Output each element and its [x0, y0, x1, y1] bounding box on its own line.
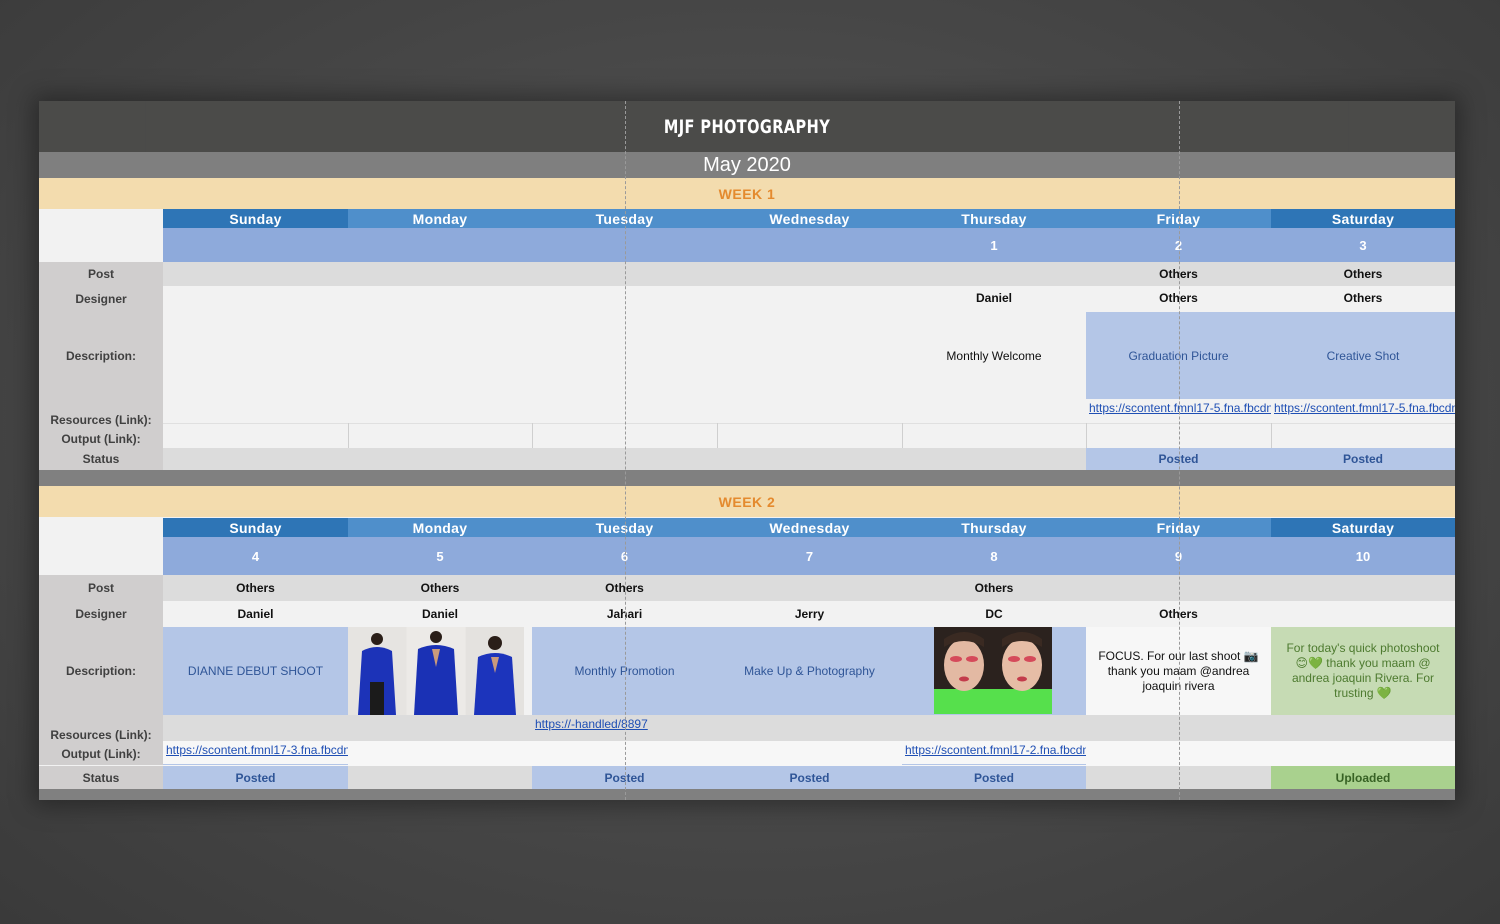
week1-output-row [163, 423, 1455, 448]
month-title[interactable]: May 2020 [39, 152, 1455, 178]
week2-post-label: Post [39, 575, 163, 601]
page-break-line [625, 101, 626, 800]
week2-date-saturday[interactable]: 10 [1271, 537, 1455, 575]
week1-status-label: Status [39, 448, 163, 470]
week2-output-sunday[interactable]: https://scontent.fmnl17-3.fna.fbcdn [163, 741, 348, 759]
week1-designer-saturday[interactable]: Others [1271, 286, 1455, 310]
week1-output-divider [717, 423, 718, 448]
week2-designer-label: Designer [39, 601, 163, 627]
week1-day-sunday[interactable]: Sunday [163, 209, 348, 228]
week2-day-thursday[interactable]: Thursday [902, 518, 1086, 537]
week2-resources-row [163, 715, 1455, 741]
week1-post-saturday[interactable]: Others [1271, 262, 1455, 286]
week2-description-label: Description: [39, 627, 163, 715]
week-separator [39, 470, 1455, 486]
week2-description-wednesday[interactable]: Make Up & Photography [717, 627, 902, 715]
week1-description-label: Description: [39, 312, 163, 400]
week1-output-divider [348, 423, 349, 448]
week2-post-sunday[interactable]: Others [163, 575, 348, 601]
week1-description-saturday[interactable]: Creative Shot [1271, 312, 1455, 399]
week1-output-divider [1086, 423, 1087, 448]
week2-day-sunday[interactable]: Sunday [163, 518, 348, 537]
week2-output-label: Output (Link): [39, 743, 163, 765]
week2-output-row [163, 741, 1455, 766]
week1-output-label: Output (Link): [39, 430, 163, 448]
week2-day-wednesday[interactable]: Wednesday [717, 518, 902, 537]
bottom-separator [39, 789, 1455, 800]
week2-description-monday-photos[interactable] [348, 627, 524, 715]
week1-band[interactable]: WEEK 1 [39, 178, 1455, 209]
blazer-photo-strip [348, 627, 524, 715]
week2-day-monday[interactable]: Monday [348, 518, 532, 537]
week2-status-sunday[interactable]: Posted [163, 766, 348, 789]
week2-status-label: Status [39, 766, 163, 789]
week1-output-divider [532, 423, 533, 448]
week2-description-saturday[interactable]: For today's quick photoshoot 😊💚 thank yo… [1271, 627, 1455, 715]
week2-output-underline [902, 764, 1086, 765]
week1-corner [39, 209, 163, 263]
week2-post-thursday[interactable]: Others [902, 575, 1086, 601]
week2-designer-sunday[interactable]: Daniel [163, 601, 348, 627]
spreadsheet-sheet: MJF PHOTOGRAPHY May 2020 WEEK 1 Sunday M… [39, 101, 1455, 800]
week2-corner [39, 517, 163, 575]
week1-day-wednesday[interactable]: Wednesday [717, 209, 902, 228]
week2-date-thursday[interactable]: 8 [902, 537, 1086, 575]
page-break-line [1179, 101, 1180, 800]
week2-date-sunday[interactable]: 4 [163, 537, 348, 575]
week1-date-saturday[interactable]: 3 [1271, 228, 1455, 262]
week1-description-thursday[interactable]: Monthly Welcome [902, 312, 1086, 399]
week2-designer-thursday[interactable]: DC [902, 601, 1086, 627]
week2-designer-monday[interactable]: Daniel [348, 601, 532, 627]
week2-resources-label: Resources (Link): [39, 715, 163, 743]
week2-band[interactable]: WEEK 2 [39, 486, 1455, 517]
week1-day-monday[interactable]: Monday [348, 209, 532, 228]
week1-date-thursday[interactable]: 1 [902, 228, 1086, 262]
week2-status-wednesday[interactable]: Posted [717, 766, 902, 789]
week2-date-wednesday[interactable]: 7 [717, 537, 902, 575]
sheet-title[interactable]: MJF PHOTOGRAPHY [145, 101, 1349, 152]
week2-post-monday[interactable]: Others [348, 575, 532, 601]
week2-day-saturday[interactable]: Saturday [1271, 518, 1455, 537]
week2-status-saturday[interactable]: Uploaded [1271, 766, 1455, 789]
week2-status-thursday[interactable]: Posted [902, 766, 1086, 789]
makeup-photo [934, 627, 1052, 714]
week1-output-divider [1271, 423, 1272, 448]
week1-designer-label: Designer [39, 286, 163, 312]
week1-post-label: Post [39, 262, 163, 286]
week1-day-thursday[interactable]: Thursday [902, 209, 1086, 228]
week2-description-sunday[interactable]: DIANNE DEBUT SHOOT [163, 627, 348, 715]
week1-designer-thursday[interactable]: Daniel [902, 286, 1086, 310]
week2-output-underline [163, 764, 348, 765]
week2-output-thursday[interactable]: https://scontent.fmnl17-2.fna.fbcdn [902, 741, 1086, 759]
week1-resources-label: Resources (Link): [39, 400, 163, 430]
week2-date-monday[interactable]: 5 [348, 537, 532, 575]
week1-status-saturday[interactable]: Posted [1271, 448, 1455, 470]
week1-day-saturday[interactable]: Saturday [1271, 209, 1455, 228]
week1-resources-saturday[interactable]: https://scontent.fmnl17-5.fna.fbcdn [1271, 399, 1455, 417]
week2-description-thursday-photo[interactable] [934, 627, 1052, 714]
week2-designer-wednesday[interactable]: Jerry [717, 601, 902, 627]
week1-output-divider [902, 423, 903, 448]
